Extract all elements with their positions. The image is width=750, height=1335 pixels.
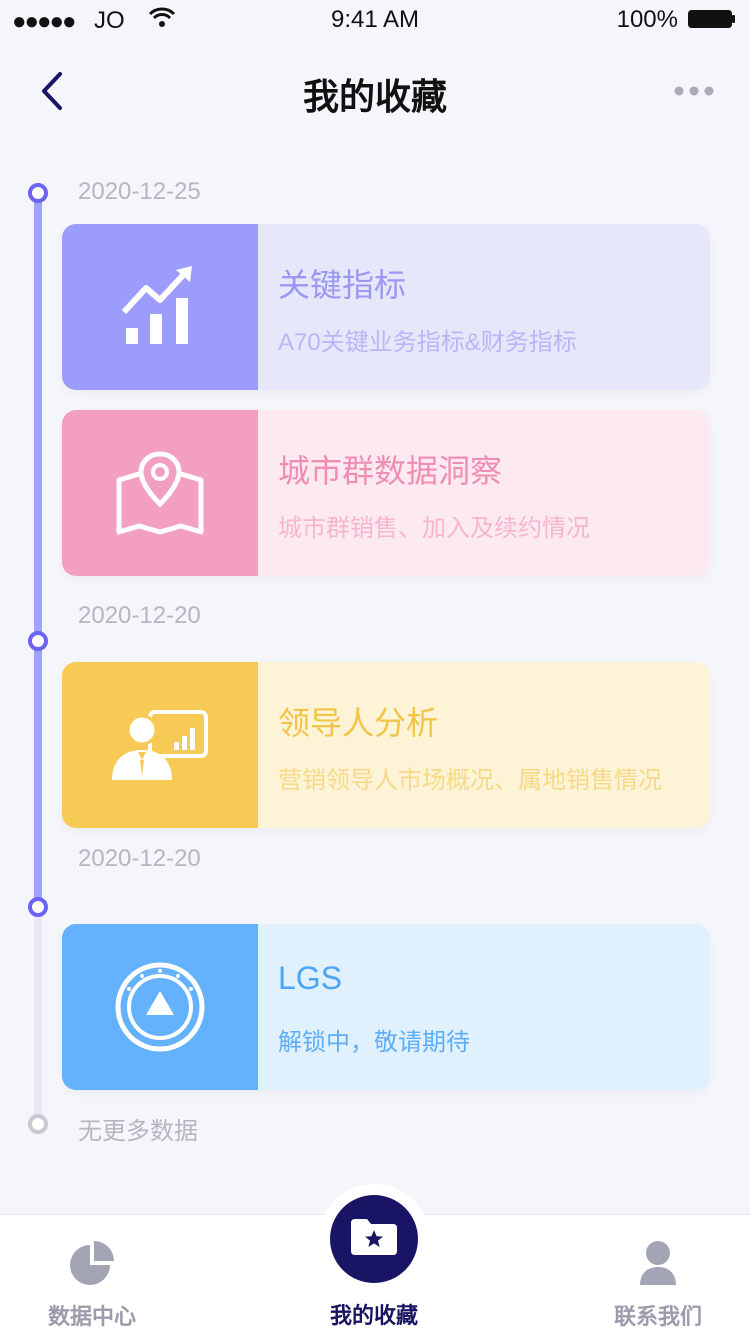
card-key-indicators[interactable]: 关键指标 A70关键业务指标&财务指标 (62, 224, 710, 390)
battery-percent: 100% (616, 6, 678, 33)
timeline-dot (28, 897, 48, 917)
star-folder-icon (349, 1217, 399, 1262)
timeline-date: 2020-12-20 (78, 602, 201, 629)
pie-chart-icon (68, 1239, 116, 1287)
map-pin-icon (62, 410, 258, 576)
chart-growth-icon (62, 224, 258, 390)
tab-label: 联系我们 (613, 1304, 702, 1329)
tab-contact-us[interactable]: 联系我们 (568, 1215, 748, 1335)
card-title: LGS (278, 960, 343, 996)
timeline-line-inactive (34, 908, 42, 1124)
card-title: 关键指标 (278, 267, 407, 303)
timeline-dot (28, 183, 48, 203)
card-leader-analysis[interactable]: 领导人分析 营销领导人市场概况、属地销售情况 (62, 662, 710, 828)
card-subtitle: 解锁中，敬请期待 (278, 1029, 470, 1056)
more-options-icon[interactable] (674, 84, 714, 96)
card-city-cluster[interactable]: 城市群数据洞察 城市群销售、加入及续约情况 (62, 410, 710, 576)
card-title: 城市群数据洞察 (278, 453, 503, 489)
timeline-date: 2020-12-20 (78, 845, 201, 872)
card-subtitle: 城市群销售、加入及续约情况 (278, 515, 590, 542)
no-more-data-text: 无更多数据 (78, 1118, 198, 1145)
timeline-date: 2020-12-25 (78, 178, 201, 205)
page-title: 我的收藏 (302, 76, 447, 117)
compass-icon (62, 924, 258, 1090)
navigation-bar: 我的收藏 (0, 40, 750, 140)
tab-label: 数据中心 (47, 1304, 136, 1329)
status-bar: ●●●●● JO 9:41 AM 100% (0, 0, 750, 40)
timeline-end-dot (28, 1114, 48, 1134)
user-icon (634, 1239, 682, 1287)
tab-data-center[interactable]: 数据中心 (2, 1215, 182, 1335)
tab-label-active[interactable]: 我的收藏 (284, 1298, 464, 1330)
tab-my-favorites[interactable] (330, 1195, 418, 1283)
timeline-line-active (34, 192, 42, 908)
card-lgs[interactable]: LGS 解锁中，敬请期待 (62, 924, 710, 1090)
leader-presentation-icon (62, 662, 258, 828)
card-subtitle: 营销领导人市场概况、属地销售情况 (278, 767, 662, 794)
battery-icon (688, 10, 736, 28)
card-title: 领导人分析 (278, 705, 439, 741)
timeline-dot (28, 631, 48, 651)
card-subtitle: A70关键业务指标&财务指标 (278, 329, 577, 356)
